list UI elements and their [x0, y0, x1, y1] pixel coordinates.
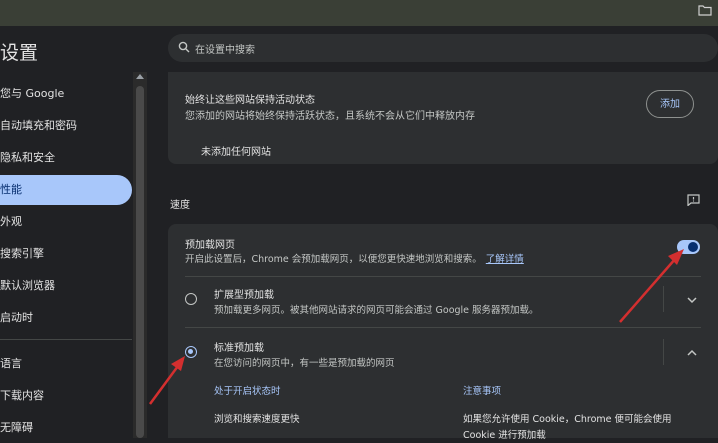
notes-heading: 注意事项	[463, 386, 502, 397]
search-placeholder: 在设置中搜索	[195, 45, 255, 56]
sidebar-item-appearance[interactable]: 外观	[0, 207, 132, 237]
vertical-divider	[663, 339, 664, 365]
window-top-bar	[0, 0, 718, 26]
standard-preload-radio[interactable]	[185, 346, 197, 358]
keep-active-description: 您添加的网站将始终保持活跃状态，且系统不会从它们中释放内存	[185, 111, 475, 122]
notes-text-line-2: Cookie 进行预加载	[463, 430, 546, 441]
sidebar-item-languages[interactable]: 语言	[0, 349, 132, 379]
standard-preload-title: 标准预加载	[214, 343, 264, 354]
sidebar-item-label: 下载内容	[0, 389, 44, 402]
sidebar-item-privacy[interactable]: 隐私和安全	[0, 143, 132, 173]
sidebar-item-label: 您与 Google	[0, 87, 65, 100]
sidebar-item-on-startup[interactable]: 启动时	[0, 303, 132, 333]
notes-text-line-1: 如果您允许使用 Cookie，Chrome 便可能会使用	[463, 414, 672, 425]
extended-preload-title: 扩展型预加载	[214, 290, 274, 301]
sidebar-item-label: 无障碍	[0, 421, 33, 434]
page-title: 设置	[0, 42, 39, 64]
sidebar-item-label: 语言	[0, 357, 22, 370]
standard-preload-description: 在您访问的网页中，有一些是预加载的网页	[214, 358, 395, 369]
folder-icon[interactable]	[698, 4, 712, 16]
search-icon	[178, 41, 190, 53]
scroll-thumb[interactable]	[136, 86, 144, 438]
search-input[interactable]: 在设置中搜索	[168, 34, 718, 62]
sidebar-item-accessibility[interactable]: 无障碍	[0, 413, 132, 443]
preload-toggle[interactable]	[677, 240, 700, 254]
preload-card: 预加载网页 开启此设置后，Chrome 会预加载网页，以便您更快速地浏览和搜索。…	[168, 224, 718, 441]
sidebar-item-label: 启动时	[0, 311, 33, 324]
sidebar-item-label: 自动填充和密码	[0, 119, 77, 132]
sidebar-item-label: 默认浏览器	[0, 279, 55, 292]
keep-active-title: 始终让这些网站保持活动状态	[185, 95, 315, 106]
chevron-down-icon[interactable]	[686, 296, 698, 304]
preload-description-text: 开启此设置后，Chrome 会预加载网页，以便您更快速地浏览和搜索。	[185, 254, 482, 265]
sidebar-scrollbar[interactable]	[133, 72, 147, 438]
extended-preload-radio[interactable]	[185, 293, 197, 305]
preload-title: 预加载网页	[185, 240, 235, 251]
keep-active-card: 始终让这些网站保持活动状态 您添加的网站将始终保持活跃状态，且系统不会从它们中释…	[168, 72, 718, 164]
preload-description: 开启此设置后，Chrome 会预加载网页，以便您更快速地浏览和搜索。 了解详情	[185, 251, 524, 265]
sidebar-item-label: 隐私和安全	[0, 151, 55, 164]
no-sites-text: 未添加任何网站	[201, 147, 271, 158]
sidebar-item-label: 外观	[0, 215, 22, 228]
sidebar-item-downloads[interactable]: 下载内容	[0, 381, 132, 411]
sidebar-item-search-engine[interactable]: 搜索引擎	[0, 239, 132, 269]
divider	[185, 327, 701, 328]
sidebar-item-label: 性能	[0, 183, 22, 196]
when-on-heading: 处于开启状态时	[214, 386, 281, 397]
feedback-icon[interactable]	[687, 194, 700, 206]
when-on-text: 浏览和搜索速度更快	[214, 414, 300, 425]
sidebar-divider	[0, 339, 132, 340]
sidebar-item-label: 搜索引擎	[0, 247, 44, 260]
divider	[185, 276, 701, 277]
scroll-up-arrow-icon[interactable]	[136, 74, 144, 79]
chevron-up-icon[interactable]	[686, 349, 698, 357]
sidebar-item-default-browser[interactable]: 默认浏览器	[0, 271, 132, 301]
sidebar-item-performance[interactable]: 性能	[0, 175, 132, 205]
learn-more-link[interactable]: 了解详情	[486, 254, 524, 265]
sidebar-item-autofill[interactable]: 自动填充和密码	[0, 111, 132, 141]
sidebar-item-you-and-google[interactable]: 您与 Google	[0, 79, 132, 109]
extended-preload-description: 预加载更多网页。被其他网站请求的网页可能会通过 Google 服务器预加载。	[214, 305, 539, 316]
add-site-button[interactable]: 添加	[646, 90, 694, 118]
speed-section-heading: 速度	[170, 200, 190, 211]
vertical-divider	[663, 286, 664, 312]
toggle-knob	[688, 242, 698, 252]
